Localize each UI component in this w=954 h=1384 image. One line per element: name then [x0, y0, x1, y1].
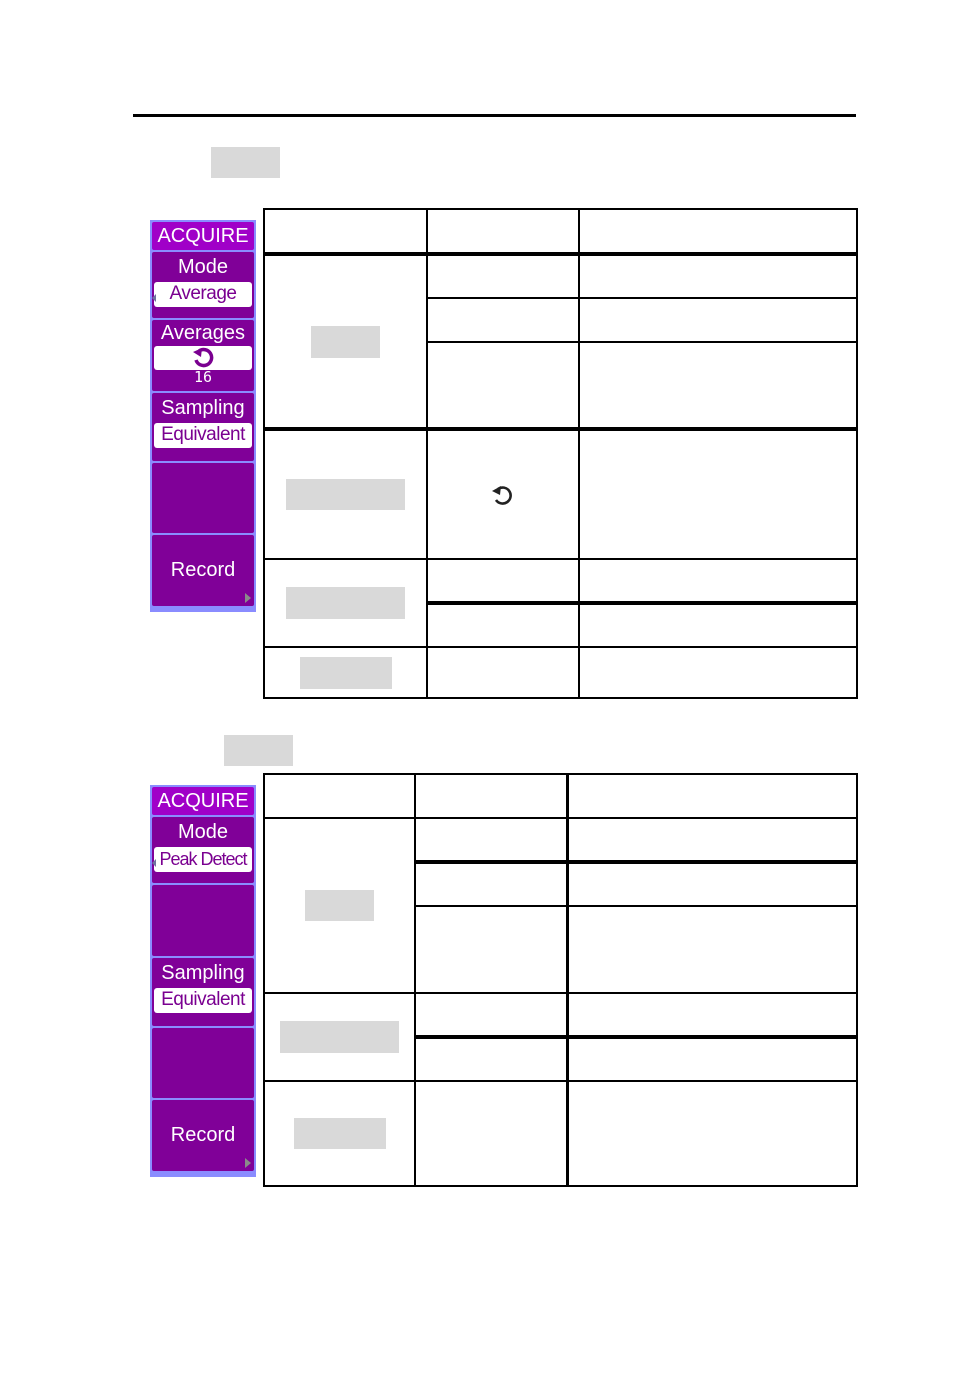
option-cell [414, 905, 568, 994]
record-label: Record [170, 1124, 236, 1146]
sampling-softkey[interactable]: Sampling Equivalent [152, 958, 254, 1026]
option-cell [426, 558, 580, 604]
table-row [263, 817, 858, 994]
empty-softkey[interactable] [152, 1028, 254, 1098]
record-label: Record [170, 559, 236, 581]
pointer-icon [152, 859, 156, 867]
redacted-label [293, 1118, 386, 1149]
desc-cell [578, 558, 858, 604]
pointer-icon [152, 294, 156, 302]
mode-label: Mode [177, 821, 229, 843]
desc-cell [578, 297, 858, 343]
acquire-menu-average: ACQUIRE Mode Average Averages 16 Samplin… [150, 220, 256, 612]
redacted-label [286, 587, 405, 619]
option-cell [426, 646, 580, 699]
redacted-label [311, 325, 380, 358]
function-cell [263, 1080, 416, 1187]
redacted-label [299, 656, 392, 689]
desc-cell [565, 905, 858, 994]
function-cell [263, 427, 428, 560]
averages-label: Averages [160, 322, 246, 344]
header-rule [133, 114, 856, 117]
record-softkey[interactable]: Record [152, 1100, 254, 1171]
averages-knob[interactable] [154, 346, 252, 370]
submenu-arrow-icon [245, 593, 251, 603]
desc-cell [578, 646, 858, 699]
averages-value: 16 [193, 368, 213, 386]
desc-cell [578, 601, 858, 648]
redacted-label [305, 890, 374, 921]
desc-cell [565, 860, 858, 907]
empty-softkey[interactable] [152, 463, 254, 533]
option-cell [426, 427, 580, 560]
function-cell [263, 558, 428, 648]
header-cell-description [578, 208, 858, 255]
section2-heading-redacted [224, 735, 293, 766]
section2-table [263, 773, 858, 1187]
header-cell-function [263, 208, 428, 255]
option-cell [426, 341, 580, 430]
mode-softkey[interactable]: Mode Average [152, 252, 254, 318]
option-cell [426, 297, 580, 343]
submenu-arrow-icon [245, 1158, 251, 1168]
section1-heading-redacted [211, 147, 280, 178]
table-row [263, 1080, 858, 1187]
redacted-label [286, 479, 405, 510]
function-cell [263, 817, 416, 994]
function-cell [263, 992, 416, 1082]
desc-cell [578, 341, 858, 430]
section1-table [263, 208, 858, 699]
rotate-knob-icon [492, 485, 512, 505]
desc-cell [578, 252, 858, 299]
sampling-label: Sampling [161, 962, 245, 984]
desc-cell [565, 1080, 858, 1187]
desc-cell [565, 1035, 858, 1082]
header-cell-description [565, 773, 858, 819]
mode-value: Average [154, 282, 252, 307]
function-cell [263, 646, 428, 699]
empty-softkey[interactable] [152, 885, 254, 956]
redacted-label [280, 1021, 399, 1053]
table-row [263, 252, 858, 430]
table-row [263, 992, 858, 1082]
desc-cell [565, 817, 858, 863]
option-cell [414, 992, 568, 1038]
option-cell [414, 860, 568, 907]
header-cell-setting [414, 773, 568, 819]
table-row [263, 646, 858, 699]
header-cell-function [263, 773, 416, 819]
option-cell [426, 601, 580, 648]
option-cell [414, 817, 568, 863]
option-cell [414, 1035, 568, 1082]
sampling-label: Sampling [161, 397, 245, 419]
option-cell [426, 252, 580, 299]
sampling-value: Equivalent [154, 423, 252, 448]
table-row [263, 427, 858, 560]
menu-title: ACQUIRE [152, 222, 254, 250]
function-cell [263, 252, 428, 430]
record-softkey[interactable]: Record [152, 535, 254, 606]
mode-softkey[interactable]: Mode Peak Detect [152, 817, 254, 883]
acquire-menu-peak-detect: ACQUIRE Mode Peak Detect Sampling Equiva… [150, 785, 256, 1177]
table-row [263, 558, 858, 648]
table-header-row [263, 208, 858, 255]
rotate-knob-icon [193, 347, 214, 368]
header-cell-setting [426, 208, 580, 255]
averages-softkey[interactable]: Averages 16 [152, 320, 254, 391]
mode-value: Peak Detect [154, 847, 252, 872]
option-cell [414, 1080, 568, 1187]
table-header-row [263, 773, 858, 819]
sampling-value: Equivalent [154, 988, 252, 1013]
mode-label: Mode [177, 256, 229, 278]
desc-cell [565, 992, 858, 1038]
desc-cell [578, 427, 858, 560]
sampling-softkey[interactable]: Sampling Equivalent [152, 393, 254, 461]
menu-title: ACQUIRE [152, 787, 254, 815]
